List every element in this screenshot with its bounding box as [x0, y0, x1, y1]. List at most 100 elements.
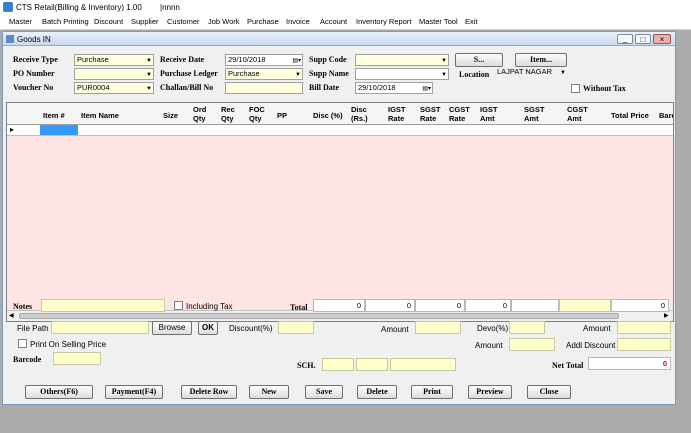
- new-button[interactable]: New: [249, 385, 289, 399]
- save-button[interactable]: Save: [305, 385, 343, 399]
- file-path-input[interactable]: [51, 321, 149, 334]
- browse-button[interactable]: Browse: [152, 321, 192, 335]
- supp-name-select[interactable]: ▼: [355, 68, 449, 80]
- chevron-down-icon: ▼: [146, 58, 152, 64]
- bill-date-value: 29/10/2018: [358, 83, 396, 92]
- close-button[interactable]: Close: [527, 385, 571, 399]
- maximize-button[interactable]: □: [635, 34, 651, 44]
- po-number-select[interactable]: ▼: [74, 68, 154, 80]
- scroll-left-icon[interactable]: ◀: [9, 312, 14, 319]
- menu-account[interactable]: Account: [320, 17, 347, 26]
- payment-button[interactable]: Payment(F4): [105, 385, 163, 399]
- without-tax-checkbox[interactable]: [571, 84, 580, 93]
- preview-button[interactable]: Preview: [468, 385, 512, 399]
- notes-input[interactable]: [41, 299, 165, 312]
- discount-pct-input[interactable]: [278, 321, 314, 334]
- menu-invoice[interactable]: Invoice: [286, 17, 310, 26]
- window-title: Goods IN: [17, 35, 51, 44]
- bill-date-picker[interactable]: 29/10/2018 ▤▾: [355, 82, 433, 94]
- sch-input-1[interactable]: [322, 358, 354, 371]
- col-disc-rs: Disc (Rs.): [351, 105, 368, 123]
- devo-pct-input[interactable]: [509, 321, 545, 334]
- devo-amount-label: Amount: [475, 341, 503, 350]
- net-total-label: Net Total: [552, 361, 584, 370]
- scroll-right-icon[interactable]: ▶: [664, 312, 669, 319]
- barcode-input[interactable]: [53, 352, 101, 365]
- receive-type-select[interactable]: Purchase ▼: [74, 54, 154, 66]
- chevron-down-icon: ▼: [441, 58, 447, 64]
- menu-job-work[interactable]: Job Work: [208, 17, 240, 26]
- addl-discount-input[interactable]: [617, 338, 671, 351]
- menu-exit[interactable]: Exit: [465, 17, 478, 26]
- devo-amount-input[interactable]: [509, 338, 555, 351]
- grid-row[interactable]: ▸: [7, 125, 673, 136]
- purchase-ledger-label: Purchase Ledger: [160, 69, 218, 78]
- item-button[interactable]: Item...: [515, 53, 567, 67]
- delete-row-button[interactable]: Delete Row: [181, 385, 237, 399]
- discount-pct-label: Discount(%): [229, 324, 273, 333]
- scroll-thumb[interactable]: [19, 313, 619, 319]
- including-tax-label: Including Tax: [186, 302, 233, 311]
- purchase-ledger-select[interactable]: Purchase ▼: [225, 68, 303, 80]
- menu-supplier[interactable]: Supplier: [131, 17, 159, 26]
- delete-button[interactable]: Delete: [357, 385, 397, 399]
- col-igst-amt: IGST Amt: [480, 105, 498, 123]
- amount-label: Amount: [381, 325, 409, 334]
- total-qty-1: 0: [313, 299, 365, 312]
- notes-label: Notes: [13, 302, 33, 311]
- including-tax-checkbox[interactable]: [174, 301, 183, 310]
- col-item-name: Item Name: [81, 111, 119, 120]
- supplier-search-button[interactable]: S...: [455, 53, 503, 67]
- ok-button[interactable]: OK: [198, 321, 218, 335]
- goods-in-title-bar: Goods IN _ □ ×: [3, 32, 675, 46]
- purchase-ledger-value: Purchase: [228, 69, 260, 78]
- supp-name-label: Supp Name: [309, 69, 349, 78]
- menu-inventory-report[interactable]: Inventory Report: [356, 17, 411, 26]
- col-barcode: Barco: [659, 111, 673, 120]
- menu-batch-printing[interactable]: Batch Printing: [42, 17, 89, 26]
- print-selling-price-label: Print On Selling Price: [30, 340, 107, 349]
- close-window-button[interactable]: ×: [653, 34, 671, 44]
- menu-master[interactable]: Master: [9, 17, 32, 26]
- receive-date-label: Receive Date: [160, 55, 205, 64]
- bill-date-label: Bill Date: [309, 83, 339, 92]
- col-cgst-rate: CGST Rate: [449, 105, 470, 123]
- chevron-down-icon: ▼: [146, 72, 152, 78]
- col-item-no: Item #: [43, 111, 65, 120]
- challan-input[interactable]: [225, 82, 303, 94]
- print-selling-price-checkbox[interactable]: [18, 339, 27, 348]
- col-pp: PP: [277, 111, 288, 120]
- active-cell[interactable]: [40, 125, 78, 135]
- sch-input-2[interactable]: [356, 358, 388, 371]
- challan-label: Challan/Bill No: [160, 83, 214, 92]
- receive-date-picker[interactable]: 29/10/2018 ▤▾: [225, 54, 303, 66]
- menu-customer[interactable]: Customer: [167, 17, 200, 26]
- menu-discount[interactable]: Discount: [94, 17, 123, 26]
- sch-input-3[interactable]: [390, 358, 456, 371]
- calendar-icon: ▤▾: [422, 86, 431, 92]
- location-select[interactable]: LAJPAT NAGAR ▼: [495, 67, 567, 79]
- voucher-no-value: PUR0004: [77, 83, 110, 92]
- menu-purchase[interactable]: Purchase: [247, 17, 279, 26]
- chevron-down-icon: ▼: [295, 72, 301, 78]
- grid-header: Item # Item Name Size Ord Qty Rec Qty FO…: [7, 103, 673, 125]
- total-label: Total: [290, 303, 308, 312]
- col-sgst-amt: SGST Amt: [524, 105, 545, 123]
- chevron-down-icon: ▼: [560, 70, 566, 76]
- others-button[interactable]: Others(F6): [25, 385, 93, 399]
- total-qty-4: 0: [465, 299, 511, 312]
- voucher-no-select[interactable]: PUR0004 ▼: [74, 82, 154, 94]
- total-cgst-amt: [559, 299, 611, 312]
- menu-master-tool[interactable]: Master Tool: [419, 17, 458, 26]
- col-size: Size: [163, 111, 179, 120]
- supp-code-select[interactable]: ▼: [355, 54, 449, 66]
- addl-discount-label: Addl Discount: [566, 341, 616, 350]
- barcode-label: Barcode: [13, 355, 42, 364]
- chevron-down-icon: ▼: [441, 72, 447, 78]
- amount-input[interactable]: [415, 321, 461, 334]
- print-button[interactable]: Print: [411, 385, 453, 399]
- location-label: Location: [459, 70, 490, 79]
- minimize-button[interactable]: _: [617, 34, 633, 44]
- amount-right-input[interactable]: [617, 321, 671, 334]
- col-foc-qty: FOC Qty: [249, 105, 265, 123]
